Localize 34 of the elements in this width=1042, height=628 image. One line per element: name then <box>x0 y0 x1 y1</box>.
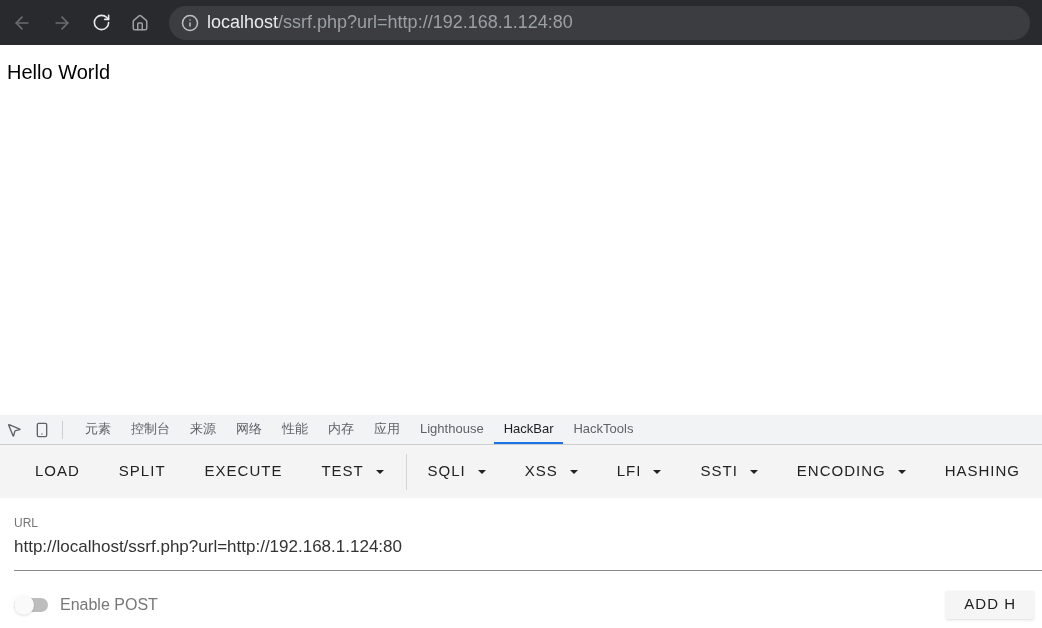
devtools-tab[interactable]: 性能 <box>272 415 318 444</box>
devtools-tab[interactable]: 应用 <box>364 415 410 444</box>
toolbar-button[interactable]: HASHING <box>927 453 1037 490</box>
toolbar-button[interactable]: ENCODING <box>779 453 923 490</box>
url-field-label: URL <box>14 515 39 532</box>
devtools-tab[interactable]: 来源 <box>180 415 226 444</box>
devtools-tab[interactable]: 网络 <box>226 415 272 444</box>
url-path: /ssrf.php?url=http://192.168.1.124:80 <box>278 11 573 34</box>
info-icon <box>181 13 199 32</box>
toolbar-button[interactable]: SPLIT <box>101 453 183 490</box>
add-header-button[interactable]: ADD H <box>946 590 1034 619</box>
toolbar-button[interactable]: LOAD <box>18 453 97 490</box>
devtools-tab[interactable]: 内存 <box>318 415 364 444</box>
url-field-value: http://localhost/ssrf.php?url=http://192.168.1.124:80 <box>14 536 403 558</box>
devtools-tab[interactable]: HackTools <box>563 415 644 444</box>
home-icon[interactable] <box>131 13 149 32</box>
toolbar-button[interactable]: SSTI <box>683 453 775 490</box>
devtools-tab[interactable]: 元素 <box>75 415 121 444</box>
url-host: localhost <box>207 11 279 34</box>
devtools-tab[interactable]: 控制台 <box>121 415 180 444</box>
device-icon[interactable] <box>34 421 50 438</box>
toolbar-button[interactable]: TEST <box>304 453 401 490</box>
devtools-tab[interactable]: Lighthouse <box>410 415 494 444</box>
url-field[interactable]: URL http://localhost/ssrf.php?url=http://192.168.1.124:80 <box>14 514 1042 571</box>
toolbar-button[interactable]: LFI <box>599 453 679 490</box>
page-text: Hello World <box>7 61 110 83</box>
toolbar-button[interactable]: EXECUTE <box>187 453 300 490</box>
inspect-icon[interactable] <box>6 421 22 438</box>
toolbar-button[interactable]: SQLI <box>410 453 503 490</box>
toolbar-button[interactable]: XSS <box>507 453 595 490</box>
toggle-switch[interactable] <box>14 597 48 612</box>
toggle-label: Enable POST <box>60 594 158 615</box>
reload-icon[interactable] <box>92 13 111 32</box>
address-bar[interactable]: localhost/ssrf.php?url=http://192.168.1.124:80 <box>169 5 1030 40</box>
